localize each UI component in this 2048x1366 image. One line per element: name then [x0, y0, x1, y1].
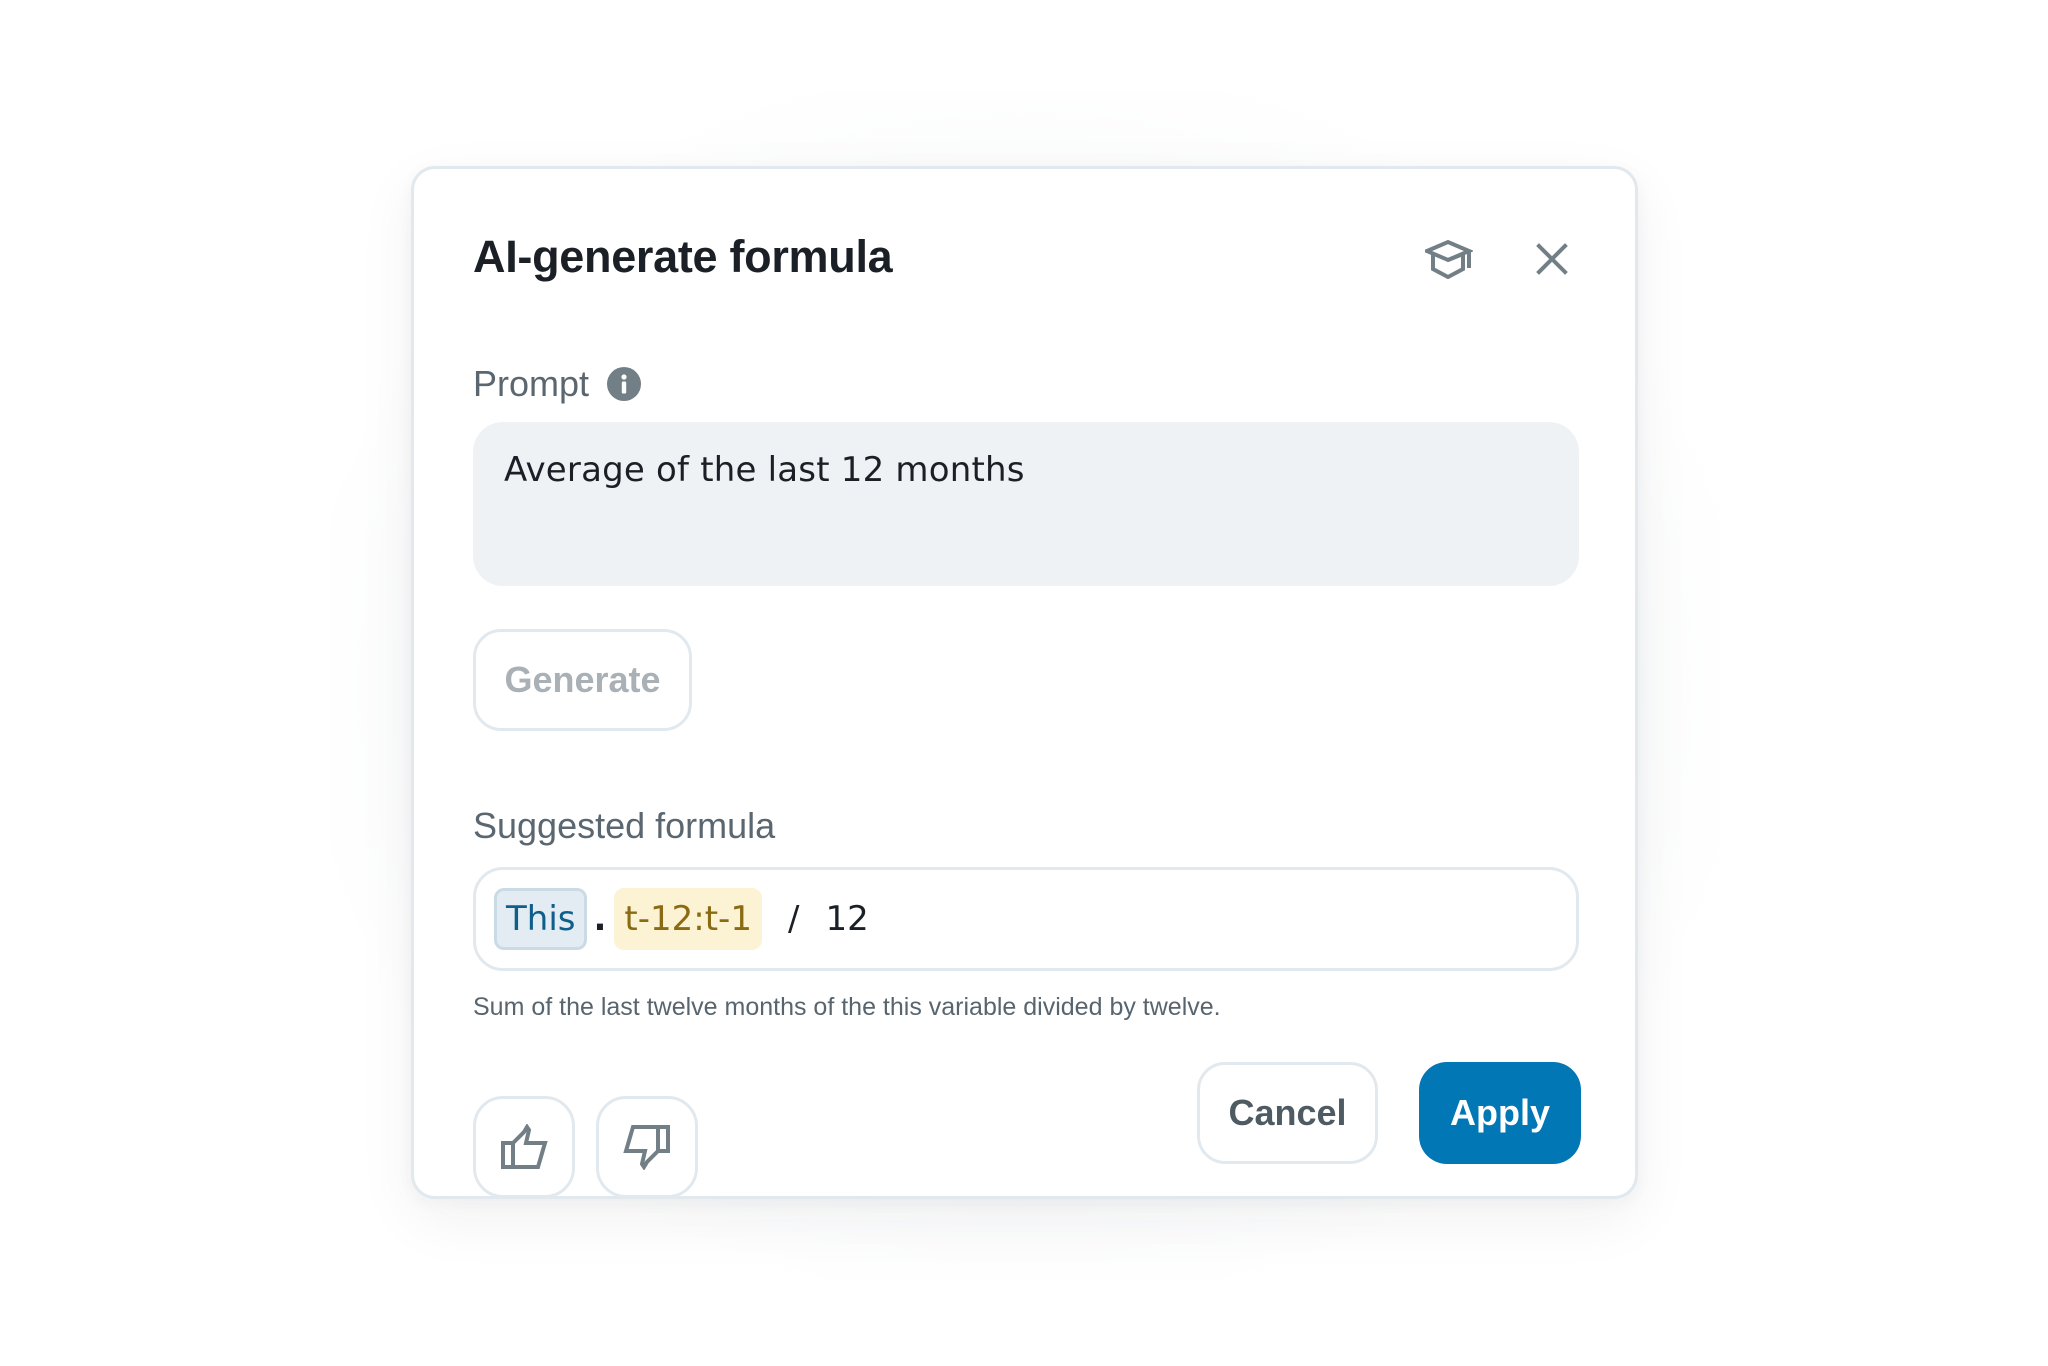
suggested-formula-field[interactable]: This . t-12:t-1 / 12 [473, 867, 1579, 971]
formula-explanation: Sum of the last twelve months of the thi… [473, 993, 1221, 1021]
thumbs-up-button[interactable] [473, 1096, 575, 1196]
apply-button[interactable]: Apply [1419, 1062, 1581, 1164]
ai-formula-dialog: AI-generate formula Prompt Average of th… [411, 166, 1638, 1199]
formula-token-variable[interactable]: This [494, 888, 588, 950]
cancel-button[interactable]: Cancel [1197, 1062, 1378, 1164]
formula-token-range[interactable]: t-12:t-1 [614, 888, 762, 950]
thumbs-down-button[interactable] [596, 1096, 698, 1196]
thumbs-down-icon [623, 1125, 670, 1170]
graduation-cap-icon [1425, 239, 1473, 279]
formula-token-dot: . [593, 899, 607, 939]
dialog-title: AI-generate formula [473, 231, 893, 282]
info-icon[interactable] [607, 367, 642, 401]
generate-button[interactable]: Generate [473, 629, 692, 731]
close-icon [1536, 243, 1568, 275]
formula-token-number: 12 [825, 899, 869, 939]
close-button[interactable] [1522, 229, 1582, 289]
prompt-label-row: Prompt [473, 363, 642, 405]
formula-token-operator: / [787, 899, 800, 939]
learn-button[interactable] [1419, 229, 1479, 289]
thumbs-up-icon [501, 1124, 548, 1169]
suggested-formula-label: Suggested formula [473, 805, 776, 846]
prompt-input[interactable]: Average of the last 12 months [473, 422, 1579, 586]
prompt-label: Prompt [473, 363, 590, 404]
